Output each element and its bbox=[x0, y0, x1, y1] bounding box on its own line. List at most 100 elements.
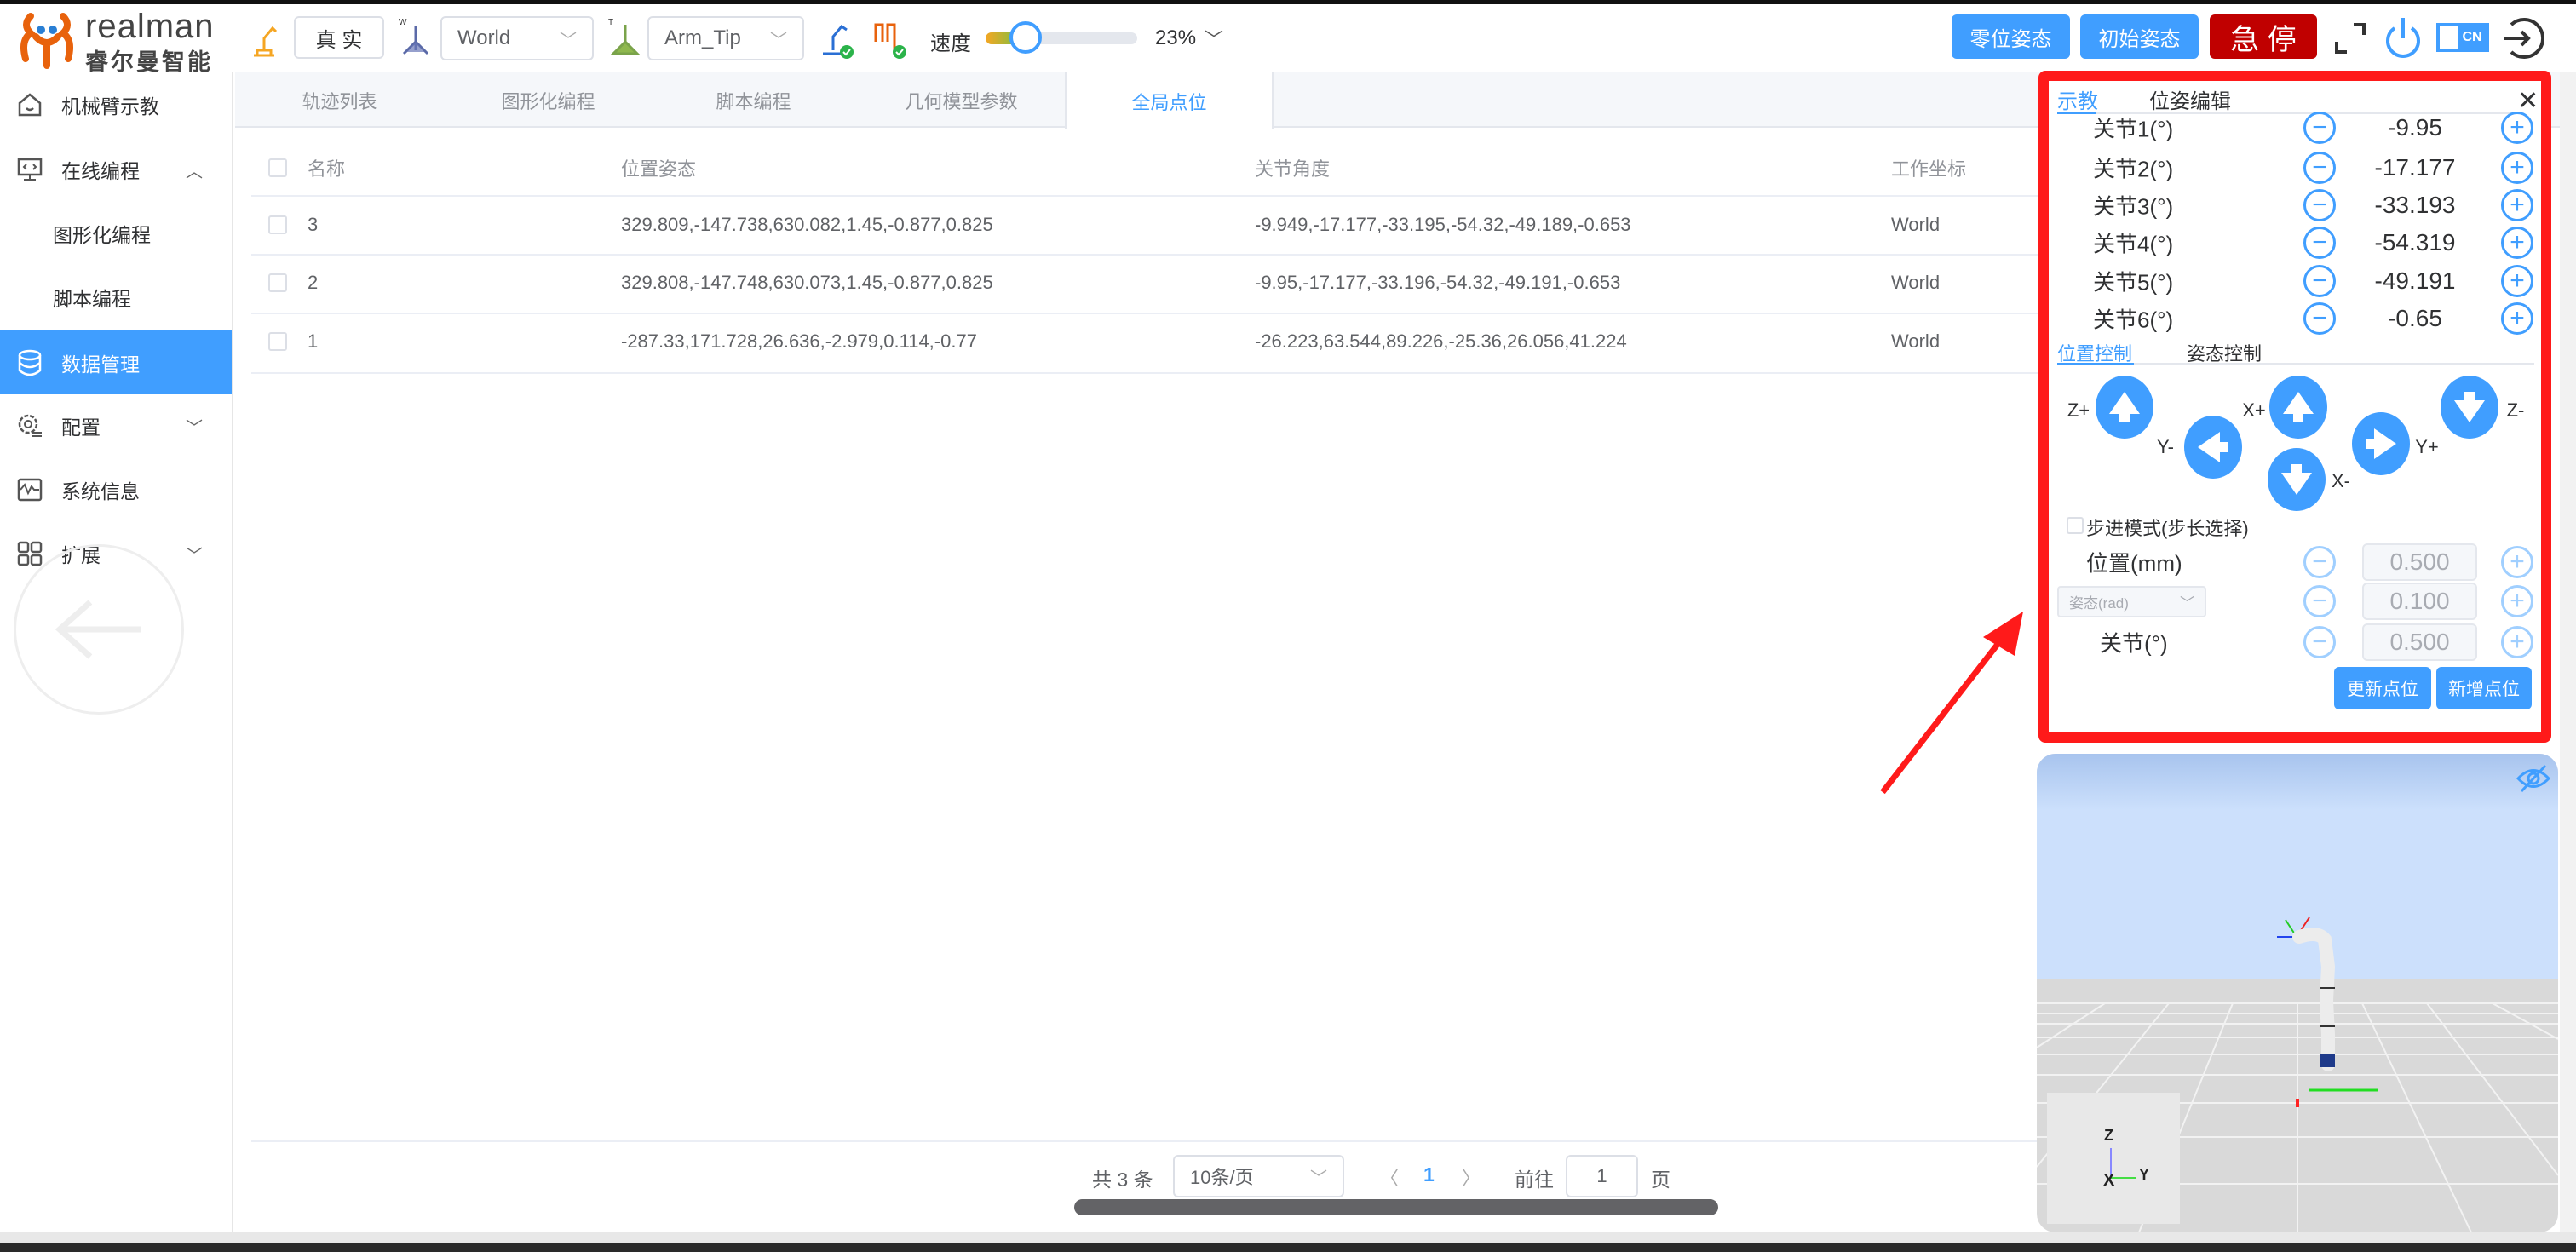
update-point-button[interactable]: 更新点位 bbox=[2334, 667, 2431, 709]
gripper-status-ok-icon[interactable] bbox=[871, 16, 908, 60]
robot-arm-model bbox=[2277, 916, 2336, 1071]
divider bbox=[251, 1140, 2040, 1142]
joint-step-input[interactable]: 0.500 bbox=[2362, 623, 2477, 661]
sidebar-item-script-programming[interactable]: 脚本编程 bbox=[0, 266, 232, 329]
joint-decrease-button[interactable]: − bbox=[2303, 302, 2336, 335]
tool-prefix: T bbox=[608, 18, 613, 27]
sidebar-item-system-info[interactable]: 系统信息 bbox=[0, 458, 232, 521]
y-plus-button[interactable] bbox=[2352, 412, 2410, 475]
tab-geometry-params[interactable]: 几何模型参数 bbox=[857, 72, 1066, 128]
code-monitor-icon bbox=[15, 155, 44, 184]
page-number-current[interactable]: 1 bbox=[1423, 1163, 1435, 1186]
tab-active-indicator bbox=[2057, 112, 2096, 114]
joint-label: 关节1(°) bbox=[2093, 116, 2174, 142]
mode-button[interactable]: 真 实 bbox=[294, 16, 384, 59]
joint-value: -9.95 bbox=[2388, 114, 2442, 141]
init-pose-button[interactable]: 初始姿态 bbox=[2080, 14, 2199, 59]
joint-increase-button[interactable]: + bbox=[2501, 152, 2533, 184]
y-minus-button[interactable] bbox=[2184, 416, 2242, 479]
fullscreen-icon[interactable] bbox=[2333, 21, 2367, 55]
joint-increase-button[interactable]: + bbox=[2501, 302, 2533, 335]
page-size-value: 10条/页 bbox=[1190, 1167, 1254, 1188]
axis-label-y: Y bbox=[2139, 1166, 2150, 1183]
page-size-select[interactable]: 10条/页 ﹀ bbox=[1173, 1155, 1344, 1197]
horizontal-scrollbar[interactable] bbox=[1074, 1199, 1718, 1215]
x-minus-button[interactable] bbox=[2268, 448, 2326, 511]
next-page-button[interactable]: 〉 bbox=[1462, 1163, 1481, 1191]
collapse-arrow-left-button[interactable] bbox=[14, 544, 184, 715]
sidebar-item-data-management[interactable]: 数据管理 bbox=[0, 330, 232, 394]
robot-arm-icon[interactable] bbox=[247, 18, 279, 60]
tab-trajectory-list[interactable]: 轨迹列表 bbox=[235, 72, 444, 128]
joint-step-increase-button[interactable]: + bbox=[2501, 626, 2533, 658]
sidebar-item-graphical-programming[interactable]: 图形化编程 bbox=[0, 202, 232, 265]
divider bbox=[251, 195, 2040, 197]
sidebar-item-arm-teach[interactable]: 机械臂示教 bbox=[0, 73, 232, 136]
cell-frame: World bbox=[1891, 214, 1941, 235]
tab-teach[interactable]: 示教 bbox=[2057, 84, 2098, 114]
x-plus-button[interactable] bbox=[2269, 376, 2327, 439]
joint-decrease-button[interactable]: − bbox=[2303, 152, 2336, 184]
joint-decrease-button[interactable]: − bbox=[2303, 265, 2336, 297]
joint-step-label: 关节(°) bbox=[2100, 630, 2168, 657]
y-minus-label: Y- bbox=[2157, 436, 2174, 457]
hide-view-icon[interactable] bbox=[2516, 764, 2551, 793]
orientation-step-decrease-button[interactable]: − bbox=[2303, 585, 2336, 617]
sidebar-item-config[interactable]: 配置 ﹀ bbox=[0, 394, 232, 457]
select-all-checkbox[interactable] bbox=[268, 158, 287, 177]
chevron-down-icon: ﹀ bbox=[770, 31, 787, 50]
position-step-input[interactable]: 0.500 bbox=[2362, 543, 2477, 581]
arrow-down-icon bbox=[2454, 392, 2485, 422]
tab-global-points[interactable]: 全局点位 bbox=[1065, 72, 1274, 129]
tab-graphical-programming[interactable]: 图形化编程 bbox=[444, 72, 653, 128]
arrow-up-icon bbox=[2283, 392, 2314, 422]
speed-chevron-icon[interactable]: ﹀ bbox=[1205, 25, 1223, 52]
joint-increase-button[interactable]: + bbox=[2501, 265, 2533, 297]
goto-page-input[interactable]: 1 bbox=[1566, 1155, 1638, 1197]
row-checkbox[interactable] bbox=[268, 273, 287, 292]
orientation-unit-value: 姿态(rad) bbox=[2069, 595, 2129, 612]
toggle-knob bbox=[2440, 26, 2458, 49]
logout-icon[interactable] bbox=[2501, 16, 2545, 60]
power-icon[interactable] bbox=[2383, 14, 2423, 60]
speed-slider[interactable] bbox=[986, 21, 1137, 54]
goto-label: 前往 bbox=[1515, 1169, 1554, 1191]
joint-decrease-button[interactable]: − bbox=[2303, 189, 2336, 221]
arrow-down-icon bbox=[2281, 464, 2312, 495]
joint-increase-button[interactable]: + bbox=[2501, 189, 2533, 221]
position-step-decrease-button[interactable]: − bbox=[2303, 546, 2336, 578]
z-plus-button[interactable] bbox=[2096, 376, 2153, 439]
chevron-down-icon: ﹀ bbox=[186, 418, 203, 438]
sidebar-item-label: 图形化编程 bbox=[53, 224, 151, 246]
annotation-arrow bbox=[1880, 612, 2023, 795]
tab-script-programming[interactable]: 脚本编程 bbox=[649, 72, 858, 128]
row-checkbox[interactable] bbox=[268, 215, 287, 234]
joint-increase-button[interactable]: + bbox=[2501, 227, 2533, 259]
step-mode-checkbox[interactable] bbox=[2067, 517, 2084, 534]
orientation-step-input[interactable]: 0.100 bbox=[2362, 583, 2477, 620]
cell-pose: 329.808,-147.748,630.073,1.45,-0.877,0.8… bbox=[621, 272, 993, 293]
joint-value: -0.65 bbox=[2388, 305, 2442, 331]
sidebar-item-online-programming[interactable]: 在线编程 ︿ bbox=[0, 138, 232, 201]
row-checkbox[interactable] bbox=[268, 332, 287, 351]
frame-select[interactable]: World ﹀ bbox=[440, 16, 594, 60]
tab-pose-edit[interactable]: 位姿编辑 bbox=[2149, 84, 2231, 114]
speed-slider-handle[interactable] bbox=[1009, 21, 1042, 54]
zero-pose-button[interactable]: 零位姿态 bbox=[1952, 14, 2070, 59]
z-minus-button[interactable] bbox=[2441, 376, 2498, 439]
orientation-unit-select[interactable]: 姿态(rad) ﹀ bbox=[2057, 586, 2206, 617]
prev-page-button[interactable]: 〈 bbox=[1380, 1163, 1399, 1191]
x-minus-label: X- bbox=[2332, 470, 2350, 491]
arm-status-ok-icon[interactable] bbox=[819, 16, 855, 60]
joint-step-decrease-button[interactable]: − bbox=[2303, 626, 2336, 658]
position-step-increase-button[interactable]: + bbox=[2501, 546, 2533, 578]
language-toggle[interactable]: CN bbox=[2436, 23, 2489, 52]
robot-3d-view[interactable]: Z Y X bbox=[2037, 754, 2558, 1232]
add-point-button[interactable]: 新增点位 bbox=[2436, 667, 2532, 709]
joint-decrease-button[interactable]: − bbox=[2303, 227, 2336, 259]
estop-button[interactable]: 急 停 bbox=[2210, 14, 2317, 59]
orientation-step-increase-button[interactable]: + bbox=[2501, 585, 2533, 617]
tool-select[interactable]: Arm_Tip ﹀ bbox=[647, 16, 804, 60]
joint-increase-button[interactable]: + bbox=[2501, 112, 2533, 144]
joint-decrease-button[interactable]: − bbox=[2303, 112, 2336, 144]
